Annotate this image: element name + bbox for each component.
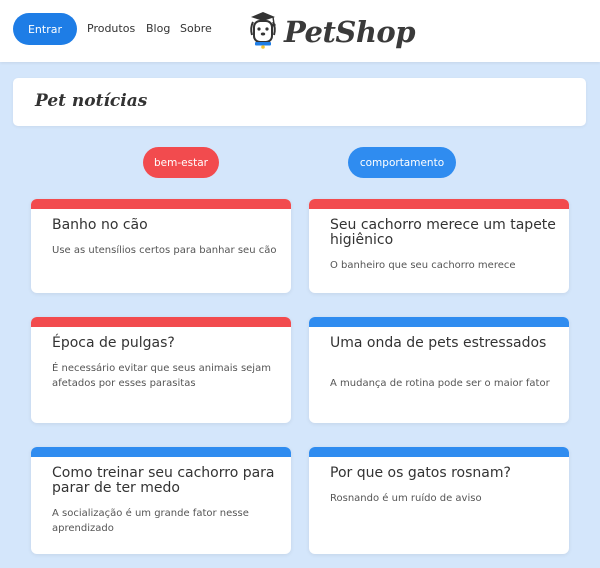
page-title: Pet notícias xyxy=(35,91,148,111)
article-card[interactable]: Seu cachorro merece um tapete higiênico … xyxy=(309,199,569,293)
article-summary: A socialização é um grande fator nesse a… xyxy=(52,508,249,534)
article-title: Seu cachorro merece um tapete higiênico xyxy=(330,217,556,248)
nav-link-produtos[interactable]: Produtos xyxy=(87,22,135,35)
category-filter-bem-estar[interactable]: bem-estar xyxy=(143,147,219,178)
article-summary: A mudança de rotina pode ser o maior fat… xyxy=(330,378,550,389)
article-title: Como treinar seu cachorro para parar de … xyxy=(52,465,275,496)
category-bar xyxy=(309,317,569,327)
article-title: Por que os gatos rosnam? xyxy=(330,465,511,481)
category-filter-comportamento[interactable]: comportamento xyxy=(348,147,456,178)
nav-link-sobre[interactable]: Sobre xyxy=(180,22,212,35)
dog-mascot-icon xyxy=(246,11,280,53)
category-bar xyxy=(31,447,291,457)
section-header: Pet notícias xyxy=(13,78,586,126)
login-button[interactable]: Entrar xyxy=(13,13,77,45)
article-title: Banho no cão xyxy=(52,217,148,233)
article-summary: É necessário evitar que seus animais sej… xyxy=(52,363,271,389)
category-bar xyxy=(309,447,569,457)
category-bar xyxy=(31,317,291,327)
article-title: Época de pulgas? xyxy=(52,335,175,351)
article-card[interactable]: Por que os gatos rosnam? Rosnando é um r… xyxy=(309,447,569,554)
top-navbar: Entrar Produtos Blog Sobre PetShop xyxy=(0,0,600,62)
category-bar xyxy=(31,199,291,209)
logo-text: PetShop xyxy=(284,15,416,49)
article-title: Uma onda de pets estressados xyxy=(330,335,547,351)
article-summary: O banheiro que seu cachorro merece xyxy=(330,260,516,271)
article-summary: Rosnando é um ruído de aviso xyxy=(330,493,482,504)
article-card[interactable]: Época de pulgas? É necessário evitar que… xyxy=(31,317,291,423)
article-summary: Use as utensílios certos para banhar seu… xyxy=(52,245,277,256)
article-card[interactable]: Uma onda de pets estressados A mudança d… xyxy=(309,317,569,423)
article-card[interactable]: Como treinar seu cachorro para parar de … xyxy=(31,447,291,554)
category-bar xyxy=(309,199,569,209)
petshop-logo[interactable]: PetShop xyxy=(246,11,416,53)
nav-link-blog[interactable]: Blog xyxy=(146,22,170,35)
article-card[interactable]: Banho no cão Use as utensílios certos pa… xyxy=(31,199,291,293)
